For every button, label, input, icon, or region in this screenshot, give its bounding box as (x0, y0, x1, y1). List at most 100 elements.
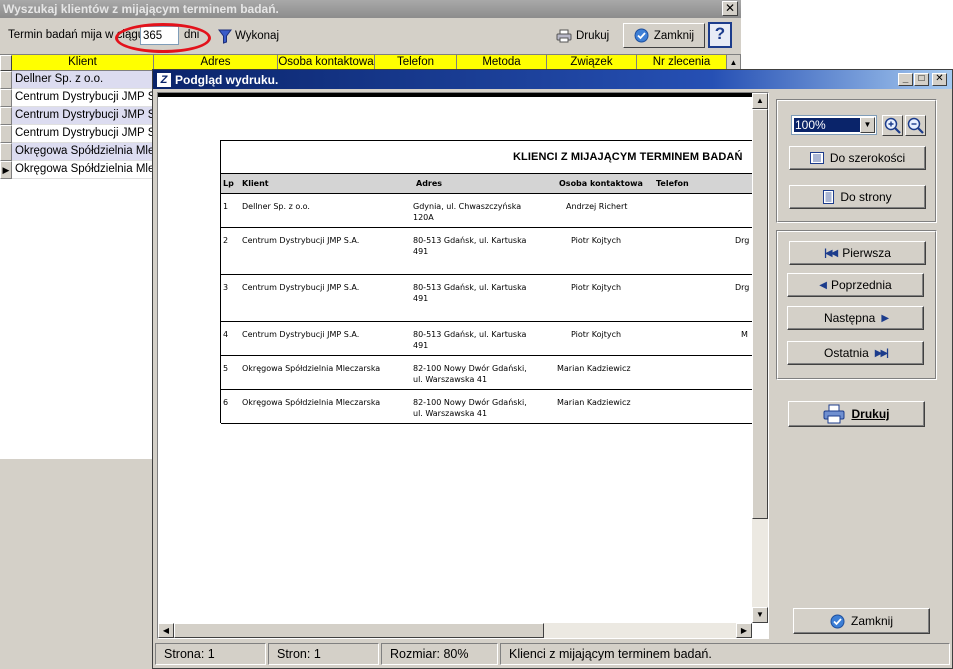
filter-toolbar: Termin badań mija w ciągu dni Wykonaj Dr… (0, 18, 741, 54)
help-icon: ? (714, 24, 726, 43)
scroll-right-icon[interactable]: ▶ (736, 623, 752, 638)
report-row: 5 Okręgowa Spółdzielnia Mleczarska 82-10… (221, 357, 752, 390)
preview-horizontal-scrollbar[interactable]: ◀ ▶ (158, 623, 752, 638)
next-page-button[interactable]: Następna ▶ (787, 306, 924, 330)
report-cell-adres: 80-513 Gdańsk, ul. Kartuska 491 (413, 330, 527, 350)
row-indicator (0, 89, 12, 107)
report-col-klient: Klient (242, 179, 269, 188)
first-page-label: Pierwsza (842, 246, 891, 260)
horizontal-scroll-thumb[interactable] (174, 623, 544, 638)
last-page-icon: ▶▶| (874, 347, 889, 359)
zoom-out-button[interactable] (905, 115, 926, 136)
report-cell-klient: Okręgowa Spółdzielnia Mleczarska (242, 398, 381, 407)
preview-title-bar: Z Podgląd wydruku. (153, 70, 952, 89)
scroll-left-icon[interactable]: ◀ (158, 623, 174, 638)
report-row: 3 Centrum Dystrybucji JMP S.A. 80-513 Gd… (221, 276, 752, 322)
report-cell-osoba: Piotr Kojtych (571, 236, 622, 245)
report-cell-adres: 82-100 Nowy Dwór Gdański, ul. Warszawska… (413, 398, 527, 418)
row-client: Okręgowa Spółdzielnia Mleczarska (12, 143, 160, 161)
maximize-icon[interactable]: □ (914, 73, 929, 86)
fit-page-icon (823, 190, 835, 204)
close-icon[interactable]: ✕ (932, 73, 947, 86)
report-cell-lp: 2 (223, 236, 229, 245)
report-cell-klient: Dellner Sp. z o.o. (242, 202, 310, 211)
print-button[interactable]: Drukuj (556, 26, 609, 46)
zoom-in-button[interactable] (882, 115, 903, 136)
vertical-scroll-thumb[interactable] (752, 109, 768, 519)
search-window-close-button[interactable]: ✕ (722, 1, 738, 16)
report-header-row: Lp Klient Adres Osoba kontaktowa Telefon (221, 174, 752, 194)
previous-page-label: Poprzednia (830, 278, 892, 292)
report-row: 1 Dellner Sp. z o.o. Gdynia, ul. Chwaszc… (221, 195, 752, 228)
status-size: Rozmiar: 80% (381, 643, 498, 665)
report-cell-osoba: Piotr Kojtych (571, 330, 622, 339)
fit-width-label: Do szerokości (829, 151, 906, 165)
report-cell-adres: 80-513 Gdańsk, ul. Kartuska 491 (413, 283, 527, 303)
close-label: Zamknij (653, 29, 695, 42)
row-client: Centrum Dystrybucji JMP S.A. (12, 125, 160, 143)
preview-canvas[interactable]: KLIENCI Z MIJAJĄCYM TERMINEM BADAŃ Lp Kl… (157, 92, 769, 639)
grid-rows: Dellner Sp. z o.o. Centrum Dystrybucji J… (0, 71, 160, 179)
last-page-button[interactable]: Ostatnia ▶▶| (787, 341, 924, 365)
report-cell-osoba: Andrzej Richert (566, 202, 628, 211)
report-cell-adres: Gdynia, ul. Chwaszczyńska 120A (413, 202, 522, 222)
report-cell-lp: 3 (223, 283, 229, 292)
report-cell-extra: Drg (735, 236, 750, 245)
first-page-button[interactable]: |◀◀ Pierwsza (789, 241, 926, 265)
table-row[interactable]: Centrum Dystrybucji JMP S.A. (0, 125, 160, 143)
preview-vertical-scrollbar[interactable]: ▲ ▼ (752, 93, 768, 623)
help-button[interactable]: ? (708, 22, 732, 48)
report-col-telefon: Telefon (656, 179, 689, 188)
search-window-title: Wyszukaj klientów z mijającym terminem b… (0, 0, 741, 18)
chevron-down-icon[interactable]: ▼ (860, 117, 875, 133)
fit-width-button[interactable]: Do szerokości (789, 146, 926, 170)
report-col-lp: Lp (223, 179, 234, 188)
report-cell-klient: Centrum Dystrybucji JMP S.A. (242, 330, 360, 339)
report-cell-lp: 6 (223, 398, 229, 407)
next-page-label: Następna (823, 311, 876, 325)
minimize-icon[interactable]: _ (898, 73, 913, 86)
check-circle-icon (830, 614, 845, 628)
report-cell-osoba: Marian Kadziewicz (557, 398, 631, 407)
report-cell-osoba: Marian Kadziewicz (557, 364, 631, 373)
table-row[interactable]: Okręgowa Spółdzielnia Mleczarska (0, 143, 160, 161)
status-description: Klienci z mijającym terminem badań. (500, 643, 950, 665)
table-row-current[interactable]: ▶Okręgowa Spółdzielnia Mleczarska (0, 161, 160, 179)
row-indicator (0, 71, 12, 89)
fit-page-button[interactable]: Do strony (789, 185, 926, 209)
print-button[interactable]: Drukuj (788, 401, 925, 427)
report-row: 4 Centrum Dystrybucji JMP S.A. 80-513 Gd… (221, 323, 752, 356)
execute-button[interactable]: Wykonaj (218, 26, 279, 46)
scroll-down-icon[interactable]: ▼ (752, 607, 768, 623)
printer-icon (823, 404, 845, 424)
zoom-select[interactable]: 100% ▼ (791, 115, 877, 135)
report-title-box: KLIENCI Z MIJAJĄCYM TERMINEM BADAŃ (221, 141, 752, 174)
row-indicator (0, 143, 12, 161)
table-row[interactable]: Centrum Dystrybucji JMP S.A. (0, 107, 160, 125)
close-button[interactable]: Zamknij (623, 23, 705, 48)
row-indicator (0, 125, 12, 143)
funnel-icon (218, 29, 232, 44)
grid-col-klient[interactable]: Klient (12, 55, 154, 71)
report-cell-klient: Centrum Dystrybucji JMP S.A. (242, 236, 360, 245)
report-cell-osoba: Piotr Kojtych (571, 283, 622, 292)
close-button[interactable]: Zamknij (793, 608, 930, 634)
report-cell-lp: 1 (223, 202, 229, 211)
status-bar: Strona: 1 Stron: 1 Rozmiar: 80% Klienci … (153, 640, 952, 668)
report-col-adres: Adres (416, 179, 443, 188)
report-cell-klient: Centrum Dystrybucji JMP S.A. (242, 283, 360, 292)
table-row[interactable]: Centrum Dystrybucji JMP S.A. (0, 89, 160, 107)
table-row[interactable]: Dellner Sp. z o.o. (0, 71, 160, 89)
row-client: Centrum Dystrybucji JMP S.A. (12, 89, 160, 107)
previous-page-button[interactable]: ◀ Poprzednia (787, 273, 924, 297)
fit-page-label: Do strony (840, 190, 892, 204)
row-client: Dellner Sp. z o.o. (12, 71, 160, 89)
report-cell-lp: 4 (223, 330, 229, 339)
print-preview-window: Z Podgląd wydruku. _ □ ✕ KLIENCI Z MIJAJ… (152, 69, 953, 669)
report-cell-extra: M (741, 330, 748, 339)
report-row: 6 Okręgowa Spółdzielnia Mleczarska 82-10… (221, 391, 752, 424)
search-window-title-text: Wyszukaj klientów z mijającym terminem b… (3, 2, 279, 16)
app-icon: Z (157, 72, 171, 87)
status-page: Strona: 1 (155, 643, 266, 665)
scroll-up-icon[interactable]: ▲ (752, 93, 768, 109)
